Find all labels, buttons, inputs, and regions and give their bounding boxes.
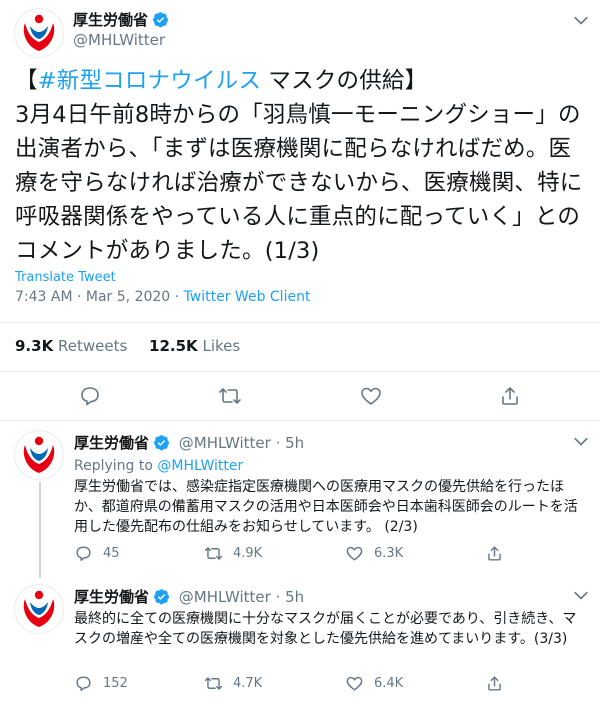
- retweet-button[interactable]: 4.7K: [204, 674, 262, 693]
- divider: [0, 322, 600, 323]
- verified-badge-icon: [154, 589, 170, 605]
- like-button[interactable]: 6.4K: [345, 674, 403, 693]
- like-icon: [346, 676, 363, 691]
- retweets-stat[interactable]: 9.3K Retweets: [15, 337, 127, 355]
- translate-tweet-link[interactable]: Translate Tweet: [15, 270, 116, 285]
- thread-line: [39, 482, 41, 578]
- ministry-logo-icon: [23, 436, 55, 473]
- like-icon: [346, 546, 363, 561]
- likes-stat[interactable]: 12.5K Likes: [149, 337, 240, 355]
- divider: [0, 420, 600, 421]
- retweet-icon: [204, 547, 223, 560]
- ministry-logo-icon: [23, 14, 55, 51]
- hashtag-link[interactable]: #新型コロナウイルス: [38, 68, 261, 94]
- display-name[interactable]: 厚生労働省: [74, 434, 149, 452]
- chevron-down-icon[interactable]: [571, 11, 591, 31]
- ministry-logo-icon: [23, 590, 55, 627]
- reply-icon[interactable]: [78, 384, 102, 408]
- reply-icon: [76, 546, 91, 561]
- verified-badge-icon: [153, 12, 169, 28]
- replying-to: Replying to @MHLWitter: [74, 458, 244, 474]
- handle[interactable]: @MHLWitter: [73, 31, 165, 49]
- avatar[interactable]: [14, 584, 64, 634]
- retweet-icon: [204, 677, 223, 690]
- retweet-button[interactable]: 4.9K: [204, 544, 262, 563]
- verified-badge-icon: [154, 435, 170, 451]
- reply-header: 厚生労働省 @MHLWitter · 5h: [74, 586, 304, 607]
- reply-button[interactable]: 45: [74, 544, 120, 563]
- display-name[interactable]: 厚生労働省: [73, 9, 169, 30]
- like-button[interactable]: 6.3K: [345, 544, 403, 563]
- handle-time[interactable]: @MHLWitter · 5h: [179, 434, 304, 452]
- timestamp[interactable]: 7:43 AM · Mar 5, 2020: [15, 289, 170, 305]
- reply-text: 最終的に全ての医療機関に十分なマスクが届くことが必要であり、引き続き、マスクの増…: [74, 611, 577, 647]
- reply-header: 厚生労働省 @MHLWitter · 5h: [74, 432, 304, 453]
- share-icon[interactable]: [498, 384, 522, 408]
- reply-button[interactable]: 152: [74, 674, 128, 693]
- tweet-meta: 7:43 AM · Mar 5, 2020 · Twitter Web Clie…: [15, 289, 311, 305]
- client-link[interactable]: Twitter Web Client: [184, 289, 311, 305]
- tweet-stats: 9.3K Retweets 12.5K Likes: [15, 337, 240, 355]
- divider: [0, 371, 600, 372]
- avatar[interactable]: [14, 430, 64, 480]
- share-icon[interactable]: [485, 544, 504, 563]
- share-icon[interactable]: [485, 674, 504, 693]
- handle-time[interactable]: @MHLWitter · 5h: [179, 588, 304, 606]
- retweet-icon[interactable]: [218, 384, 242, 408]
- like-icon[interactable]: [359, 384, 383, 408]
- tweet-body: マスクの供給】 3月4日午前8時からの「羽鳥慎一モーニングショー」の出演者から、…: [15, 68, 583, 264]
- reply-icon: [76, 676, 91, 691]
- tweet-text: 【#新型コロナウイルス マスクの供給】 3月4日午前8時からの「羽鳥慎一モーニン…: [15, 68, 583, 264]
- reply-text: 厚生労働省では、感染症指定医療機関への医療用マスクの優先供給を行ったほか、都道府…: [74, 479, 578, 535]
- chevron-down-icon[interactable]: [571, 432, 591, 452]
- replying-to-link[interactable]: @MHLWitter: [157, 458, 243, 474]
- avatar[interactable]: [14, 8, 64, 58]
- display-name[interactable]: 厚生労働省: [74, 588, 149, 606]
- chevron-down-icon[interactable]: [571, 586, 591, 606]
